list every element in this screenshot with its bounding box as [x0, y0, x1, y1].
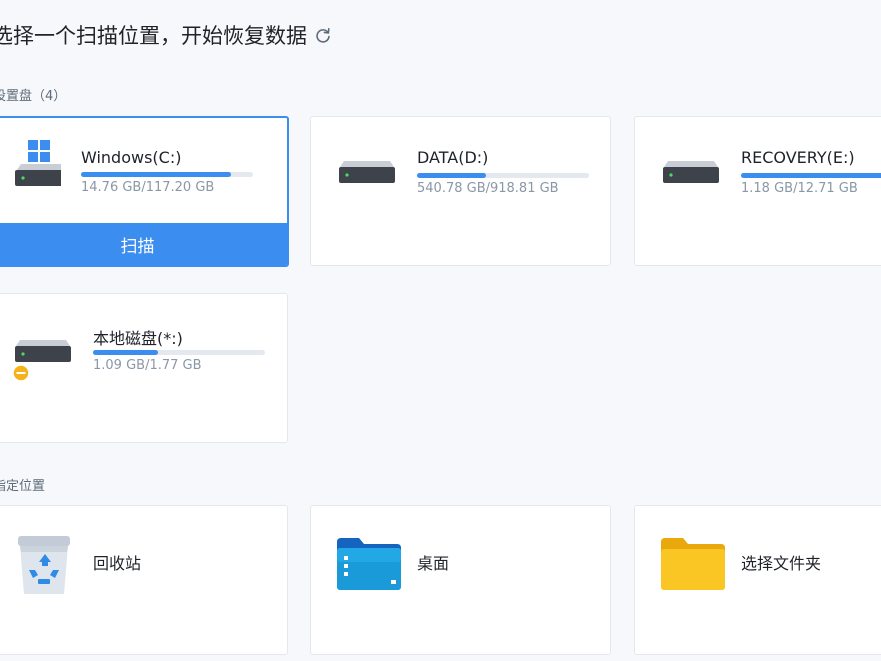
page-title-text: 选择一个扫描位置，开始恢复数据: [0, 24, 307, 48]
hard-drive-icon: [663, 161, 719, 183]
drive-usage-fill: [93, 350, 159, 355]
drive-size: 14.76 GB/117.20 GB: [81, 180, 215, 195]
refresh-icon[interactable]: [315, 27, 331, 43]
drive-size: 1.18 GB/12.71 GB: [741, 181, 858, 196]
hard-drive-icon: [15, 140, 61, 186]
drive-usage-fill: [81, 172, 231, 177]
drive-name: 本地磁盘(*:): [93, 329, 183, 348]
drive-card-e[interactable]: RECOVERY(E:) 1.18 GB/12.71 GB: [634, 116, 881, 266]
drive-usage-bar: [93, 350, 265, 355]
drive-usage-fill: [741, 173, 881, 178]
drive-card-c[interactable]: Windows(C:) 14.76 GB/117.20 GB 扫描: [0, 116, 289, 267]
page-title: 选择一个扫描位置，开始恢复数据: [0, 20, 331, 50]
location-name: 桌面: [417, 554, 450, 573]
recycle-bin-icon: [18, 536, 70, 594]
desktop-folder-icon: [337, 538, 401, 590]
drive-name: DATA(D:): [417, 148, 489, 167]
scan-button[interactable]: 扫描: [0, 223, 287, 265]
folder-icon: [661, 538, 725, 590]
warning-badge-icon: [12, 364, 30, 382]
drive-name: Windows(C:): [81, 148, 182, 167]
drives-section-label: 设置盘（4）: [0, 89, 67, 104]
locations-section-label: 指定位置: [0, 479, 46, 494]
location-name: 回收站: [93, 554, 142, 573]
location-card-desktop[interactable]: 桌面: [310, 505, 611, 655]
drive-name: RECOVERY(E:): [741, 148, 855, 167]
location-card-recycle-bin[interactable]: 回收站: [0, 505, 288, 655]
drive-card-d[interactable]: DATA(D:) 540.78 GB/918.81 GB: [310, 116, 611, 266]
drive-size: 540.78 GB/918.81 GB: [417, 181, 559, 196]
hard-drive-icon: [339, 161, 395, 183]
drive-usage-bar: [741, 173, 881, 178]
location-name: 选择文件夹: [741, 554, 822, 573]
drive-usage-fill: [417, 173, 486, 178]
drive-usage-bar: [417, 173, 589, 178]
drive-size: 1.09 GB/1.77 GB: [93, 358, 202, 373]
drive-card-local[interactable]: 本地磁盘(*:) 1.09 GB/1.77 GB: [0, 293, 288, 443]
location-card-choose-folder[interactable]: 选择文件夹: [634, 505, 881, 655]
drive-usage-bar: [81, 172, 253, 177]
